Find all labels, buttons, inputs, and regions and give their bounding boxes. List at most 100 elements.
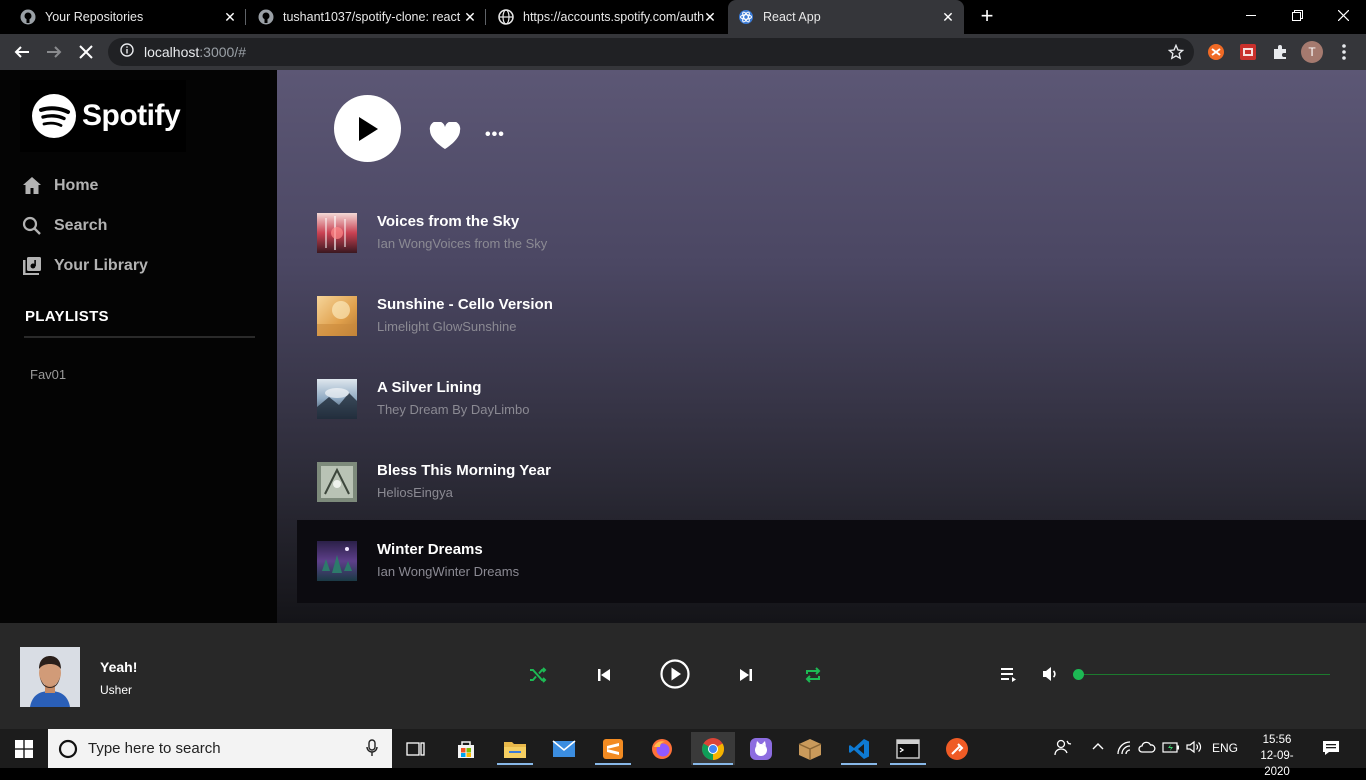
- wifi-icon[interactable]: [1116, 741, 1132, 755]
- battery-charging-icon[interactable]: [1162, 741, 1180, 753]
- volume-button[interactable]: [1039, 663, 1061, 685]
- previous-button[interactable]: [592, 663, 616, 687]
- tab-your-repositories[interactable]: Your Repositories ✕: [10, 0, 246, 34]
- chevron-up-icon[interactable]: [1092, 742, 1104, 750]
- now-playing-artist: Usher: [100, 683, 133, 697]
- running-indicator: [497, 763, 533, 765]
- minimize-button[interactable]: [1228, 0, 1274, 30]
- track-artist: Ian WongWinter Dreams: [377, 564, 520, 579]
- close-icon[interactable]: ✕: [940, 9, 956, 25]
- terminal-icon[interactable]: [888, 732, 928, 765]
- now-playing-cover: [20, 647, 80, 707]
- shuffle-button[interactable]: [526, 663, 550, 687]
- close-icon[interactable]: ✕: [222, 9, 238, 25]
- sidebar-item-label: Your Library: [54, 257, 148, 274]
- close-icon[interactable]: ✕: [462, 9, 478, 25]
- play-pause-button[interactable]: [659, 658, 691, 690]
- vscode-icon[interactable]: [839, 732, 879, 765]
- sidebar-item-library[interactable]: Your Library: [22, 254, 148, 278]
- taskbar-search-box[interactable]: Type here to search: [48, 729, 392, 768]
- track-artist: Ian WongVoices from the Sky: [377, 236, 548, 251]
- spotify-icon: [32, 94, 76, 138]
- now-playing-title: Yeah!: [100, 659, 138, 675]
- profile-avatar[interactable]: T: [1301, 41, 1323, 63]
- track-artwork: [317, 541, 357, 581]
- package-icon[interactable]: [790, 732, 830, 765]
- github-icon: [20, 9, 36, 25]
- sidebar-item-home[interactable]: Home: [22, 174, 98, 198]
- running-indicator: [595, 763, 631, 765]
- microsoft-store-icon[interactable]: [446, 732, 486, 765]
- info-icon[interactable]: [120, 42, 134, 62]
- volume-slider-thumb[interactable]: [1073, 669, 1084, 680]
- player-bar: Yeah! Usher: [0, 623, 1366, 729]
- more-options-icon[interactable]: •••: [485, 126, 505, 144]
- playlist-play-icon: [1001, 668, 1016, 682]
- browser-toolbar: localhost:3000/# T: [0, 34, 1366, 70]
- firefox-icon[interactable]: [642, 732, 682, 765]
- chrome-icon[interactable]: [691, 732, 735, 765]
- repeat-icon: [805, 667, 821, 683]
- close-icon[interactable]: ✕: [702, 9, 718, 25]
- track-title: A Silver Lining: [377, 379, 482, 396]
- heart-icon[interactable]: [429, 121, 461, 155]
- tab-react-app[interactable]: React App ✕: [728, 0, 964, 34]
- forward-button[interactable]: [41, 39, 67, 65]
- playlist-item-fav01[interactable]: Fav01: [30, 367, 66, 382]
- sublime-text-icon[interactable]: [593, 732, 633, 765]
- tab-title: tushant1037/spotify-clone: react: [283, 10, 461, 24]
- chrome-menu-icon[interactable]: [1334, 42, 1354, 62]
- github-desktop-icon[interactable]: [741, 732, 781, 765]
- microphone-icon[interactable]: [366, 739, 378, 762]
- file-explorer-icon[interactable]: [495, 732, 535, 765]
- next-button[interactable]: [734, 663, 758, 687]
- track-artwork: [317, 296, 357, 336]
- new-tab-button[interactable]: +: [976, 5, 998, 28]
- close-window-button[interactable]: [1320, 0, 1366, 30]
- play-button[interactable]: [334, 95, 401, 162]
- volume-slider-track[interactable]: [1078, 674, 1330, 675]
- sidebar-item-search[interactable]: Search: [22, 214, 107, 238]
- running-indicator: [693, 763, 733, 765]
- clock-date: 12-09-2020: [1260, 750, 1294, 778]
- tab-github-spotify-clone[interactable]: tushant1037/spotify-clone: react ✕: [248, 0, 486, 34]
- track-artist: They Dream By DayLimbo: [377, 402, 530, 417]
- notifications-icon[interactable]: [1322, 740, 1340, 756]
- cortana-circle-icon: [58, 739, 78, 758]
- extension-red-icon[interactable]: [1238, 42, 1258, 62]
- track-row[interactable]: Winter Dreams Ian WongWinter Dreams: [297, 520, 1366, 603]
- tab-spotify-accounts[interactable]: https://accounts.spotify.com/auth ✕: [488, 0, 726, 34]
- system-clock[interactable]: 15:56 12-09-2020: [1248, 732, 1306, 780]
- task-view-icon[interactable]: [396, 732, 436, 765]
- onedrive-icon[interactable]: [1138, 741, 1156, 753]
- track-row[interactable]: A Silver Lining They Dream By DayLimbo: [297, 358, 1366, 441]
- skip-next-icon: [740, 669, 752, 681]
- windows-start-button[interactable]: [0, 729, 48, 768]
- back-button[interactable]: [9, 39, 35, 65]
- extension-orange-icon[interactable]: [1206, 42, 1226, 62]
- track-artist: Limelight GlowSunshine: [377, 319, 517, 334]
- track-row[interactable]: Sunshine - Cello Version Limelight GlowS…: [297, 275, 1366, 358]
- language-indicator[interactable]: ENG: [1212, 741, 1238, 755]
- track-row[interactable]: Voices from the Sky Ian WongVoices from …: [297, 192, 1366, 275]
- library-icon: [23, 257, 41, 275]
- restore-button[interactable]: [1274, 0, 1320, 30]
- tab-title: https://accounts.spotify.com/auth: [523, 10, 705, 24]
- people-icon[interactable]: [1054, 738, 1072, 756]
- queue-button[interactable]: [998, 663, 1020, 685]
- track-row[interactable]: Bless This Morning Year HeliosEingya: [297, 441, 1366, 524]
- bookmark-star-icon[interactable]: [1167, 43, 1185, 65]
- repeat-button[interactable]: [801, 663, 825, 687]
- github-icon: [258, 9, 274, 25]
- extensions-puzzle-icon[interactable]: [1270, 42, 1290, 62]
- windows-logo-icon: [15, 739, 33, 758]
- speaker-icon[interactable]: [1186, 740, 1202, 754]
- track-title: Bless This Morning Year: [377, 462, 551, 479]
- tab-title: React App: [763, 10, 821, 24]
- address-bar[interactable]: localhost:3000/#: [108, 38, 1194, 66]
- skip-previous-icon: [598, 669, 610, 681]
- postman-icon[interactable]: [937, 732, 977, 765]
- sidebar-item-label: Home: [54, 177, 99, 194]
- stop-loading-button[interactable]: [73, 39, 99, 65]
- mail-icon[interactable]: [544, 732, 584, 765]
